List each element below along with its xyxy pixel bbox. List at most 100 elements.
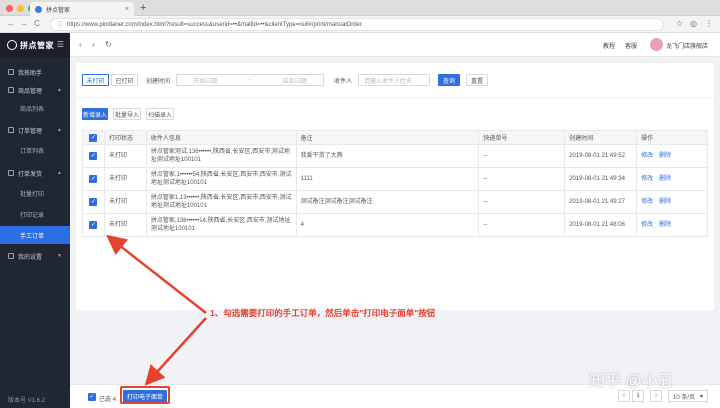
- add-entry-button[interactable]: 新增录入: [82, 108, 108, 120]
- receiver-cell: 拼点管家,136••••••14,陕西省,长安区,西安市,测试地址测试地址100…: [147, 214, 297, 236]
- edit-link[interactable]: 修改: [641, 175, 653, 183]
- extension-icon[interactable]: ◎: [690, 19, 697, 28]
- sidebar-item-order-list[interactable]: 订单列表: [0, 141, 70, 159]
- receiver-cell: 拼点管家测试,136••••••,陕西省,长安区,西安市,测试地址测试地址100…: [147, 145, 297, 167]
- version-label: 版本号 V1.6.2: [8, 398, 46, 404]
- receiver-cell: 拼点管家1,13••••••,陕西省,长安区,西安市,西安市,测试地址测试地址1…: [147, 191, 297, 213]
- sidebar-item-products[interactable]: 商品管理 ▲: [0, 81, 70, 99]
- select-all-bottom-checkbox[interactable]: ✓: [88, 393, 96, 401]
- next-page-button[interactable]: >: [650, 390, 662, 402]
- products-icon: [8, 87, 14, 93]
- new-tab-button[interactable]: +: [140, 2, 146, 14]
- edit-link[interactable]: 修改: [641, 198, 653, 206]
- browser-tab-bar: 拼点管家 × +: [0, 0, 720, 16]
- chevron-down-icon: ▼: [57, 253, 62, 259]
- delete-link[interactable]: 删除: [659, 221, 671, 229]
- browser-tab[interactable]: 拼点管家 ×: [30, 2, 134, 16]
- created-cell: 2019-08-01 21:49:52: [565, 145, 638, 167]
- sidebar-item-print-ship[interactable]: 打单发货 ▲: [0, 164, 70, 182]
- note-cell: 4: [297, 214, 480, 236]
- row-checkbox[interactable]: ✓: [89, 198, 98, 206]
- row-checkbox[interactable]: ✓: [89, 221, 98, 229]
- select-all-cell: ✓: [83, 131, 105, 144]
- search-button[interactable]: 查询: [438, 74, 461, 86]
- support-link[interactable]: 客服: [625, 41, 637, 50]
- prev-page-button[interactable]: <: [618, 390, 630, 402]
- tab-close-icon[interactable]: ×: [125, 6, 129, 13]
- tab-unprinted[interactable]: 未打印: [82, 74, 109, 86]
- shop-name[interactable]: 龙飞门店旗舰店: [666, 41, 714, 50]
- app-back-icon[interactable]: ‹: [79, 40, 82, 49]
- bookmark-star-icon[interactable]: ☆: [676, 19, 683, 28]
- chevron-up-icon: ▲: [57, 127, 62, 133]
- highlight-box: [120, 386, 170, 404]
- select-all-checkbox[interactable]: ✓: [89, 133, 98, 142]
- sidebar-item-product-list[interactable]: 商品列表: [0, 99, 70, 117]
- page-size-select[interactable]: 10 条/页 ▾: [668, 390, 708, 402]
- action-bar: 新增录入 批量导入 扫描录入: [82, 108, 174, 120]
- collapse-menu-icon[interactable]: ☰: [57, 40, 64, 49]
- row-checkbox[interactable]: ✓: [89, 175, 98, 183]
- assistant-icon: [8, 69, 14, 75]
- batch-import-button[interactable]: 批量导入: [113, 108, 141, 120]
- reset-button[interactable]: 重置: [466, 74, 489, 86]
- favicon-icon: [35, 5, 42, 13]
- actions-cell: 修改 删除: [637, 191, 708, 213]
- receiver-input[interactable]: 请输入收件人姓名: [358, 74, 431, 86]
- close-window-button[interactable]: [6, 5, 13, 12]
- orders-icon: [8, 127, 14, 133]
- orders-table: ✓ 打印状态 收件人信息 备注 快递单号 创建时间 操作 ✓ 未打印 拼点管家测…: [82, 130, 708, 237]
- actions-cell: 修改 删除: [637, 145, 708, 167]
- tracking-cell: --: [479, 145, 566, 167]
- settings-icon: [8, 253, 14, 259]
- edit-link[interactable]: 修改: [641, 152, 653, 160]
- avatar[interactable]: [650, 38, 663, 51]
- table-row: ✓ 未打印 拼点管家1,13••••••,陕西省,长安区,西安市,西安市,测试地…: [83, 191, 708, 214]
- actions-cell: 修改 删除: [637, 168, 708, 190]
- created-cell: 2019-08-01 21:48:06: [565, 214, 638, 236]
- status-cell: 未打印: [105, 145, 147, 167]
- sidebar-item-settings[interactable]: 我的设置 ▼: [0, 247, 70, 265]
- sidebar-item-batch-print[interactable]: 批量打印: [0, 184, 70, 202]
- scan-entry-button[interactable]: 扫描录入: [146, 108, 174, 120]
- col-status: 打印状态: [104, 131, 147, 144]
- col-tracking: 快递单号: [479, 131, 566, 144]
- col-actions: 操作: [637, 131, 708, 144]
- browser-menu-icon[interactable]: ⋮: [705, 19, 713, 28]
- logo-text: 拼点管家: [20, 40, 54, 50]
- delete-link[interactable]: 删除: [659, 198, 671, 206]
- site-info-icon: ⓘ: [57, 23, 64, 29]
- forward-button[interactable]: →: [19, 19, 29, 28]
- note-cell: 我爱干货了大燕: [297, 145, 480, 167]
- tab-title: 拼点管家: [46, 7, 71, 14]
- chevron-up-icon: ▲: [57, 170, 62, 176]
- back-button[interactable]: ←: [6, 19, 16, 28]
- delete-link[interactable]: 删除: [659, 152, 671, 160]
- url-input[interactable]: ⓘ https://www.pindianer.com/index.html?r…: [50, 18, 664, 31]
- minimize-window-button[interactable]: [17, 5, 24, 12]
- col-receiver: 收件人信息: [146, 131, 297, 144]
- sidebar-item-print-records[interactable]: 打印记录: [0, 205, 70, 223]
- row-checkbox[interactable]: ✓: [89, 152, 98, 160]
- delete-link[interactable]: 删除: [659, 175, 671, 183]
- reload-button[interactable]: C: [32, 19, 42, 28]
- sidebar: 拼点管家 ☰ 我拣助手 商品管理 ▲ 商品列表 订单管理 ▲ 订单列表 打单发货 ▲ …: [0, 33, 70, 408]
- app-refresh-icon[interactable]: ↻: [105, 40, 112, 49]
- status-cell: 未打印: [105, 191, 147, 213]
- col-note: 备注: [296, 131, 480, 144]
- tutorial-link[interactable]: 教程: [603, 41, 615, 50]
- sidebar-item-manual-orders[interactable]: 手工订单: [0, 226, 70, 244]
- status-cell: 未打印: [105, 168, 147, 190]
- date-range-input[interactable]: 开始日期 - 结束日期: [176, 74, 325, 86]
- divider: [76, 97, 714, 98]
- edit-link[interactable]: 修改: [641, 221, 653, 229]
- tab-printed[interactable]: 已打印: [111, 74, 138, 86]
- app-forward-icon[interactable]: ›: [92, 40, 95, 49]
- print-ship-icon: [8, 170, 14, 176]
- sidebar-item-assistant[interactable]: 我拣助手: [0, 63, 70, 81]
- page-number-input[interactable]: 1: [632, 390, 644, 402]
- sidebar-item-orders[interactable]: 订单管理 ▲: [0, 121, 70, 139]
- create-time-label: 创建时间: [146, 78, 171, 85]
- url-text: https://www.pindianer.com/index.html?res…: [67, 21, 362, 28]
- table-row: ✓ 未打印 拼点管家测试,136••••••,陕西省,长安区,西安市,测试地址测…: [83, 145, 708, 168]
